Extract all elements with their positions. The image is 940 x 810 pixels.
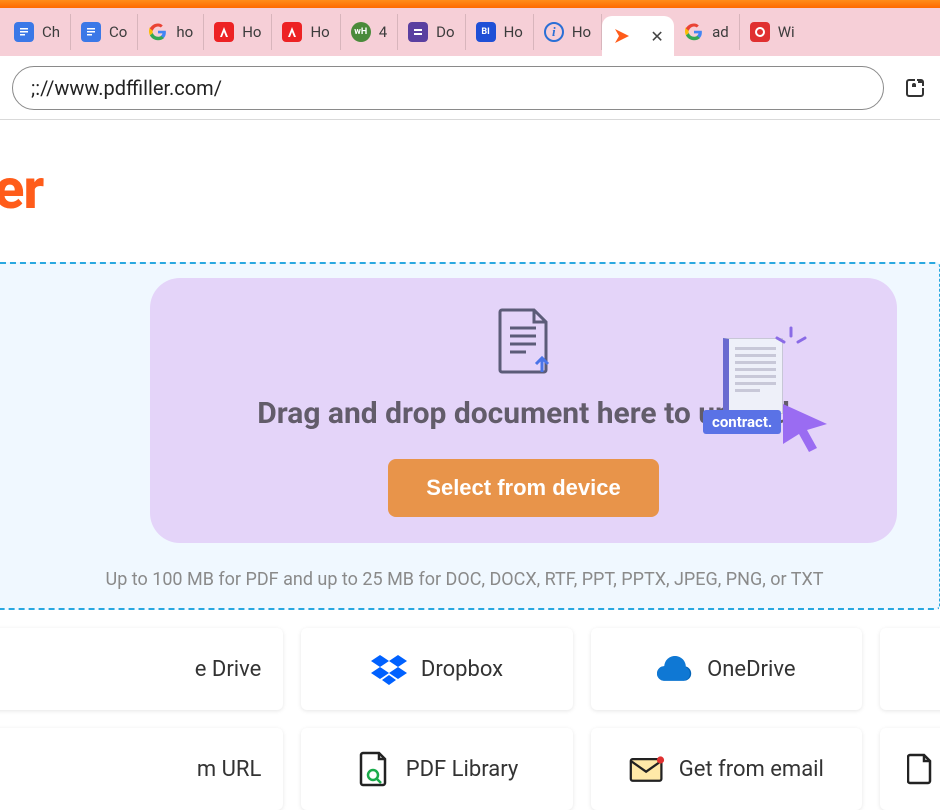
document-icon	[902, 751, 938, 787]
tab-label: Ho	[572, 23, 591, 41]
tab-label: Co	[109, 23, 127, 41]
dropbox-icon	[371, 651, 407, 687]
sparkle-icon	[771, 324, 811, 364]
upload-source-label: Get from email	[679, 757, 824, 782]
tab-label: Wi	[778, 23, 795, 41]
browser-tab[interactable]: Co	[71, 14, 138, 50]
upload-source-label: e Drive	[195, 657, 262, 682]
upload-source-card[interactable]: OneDrive	[591, 628, 862, 710]
upload-source-card[interactable]: Get from email	[591, 728, 862, 810]
logo-area: er	[0, 120, 940, 262]
tab-label: Do	[436, 23, 454, 41]
browser-tab[interactable]: ad	[674, 14, 740, 50]
upload-limits-text: Up to 100 MB for PDF and up to 25 MB for…	[0, 569, 939, 590]
browser-tab-strip: Ch Co ho Ho Ho wH4 Do BIHoiHo ✕ ad Wi	[0, 8, 940, 56]
google-drive-icon	[145, 651, 181, 687]
tab-label: Ho	[242, 23, 261, 41]
address-bar-row: ;://www.pdffiller.com/	[0, 56, 940, 120]
browser-tab[interactable]: BIHo	[466, 14, 534, 50]
tab-label: ad	[712, 23, 729, 41]
browser-tab[interactable]: Ch	[4, 14, 71, 50]
extensions-icon[interactable]	[902, 75, 928, 101]
onedrive-icon	[657, 651, 693, 687]
email-icon	[629, 751, 665, 787]
browser-tab-active[interactable]: ✕	[602, 16, 674, 56]
browser-tab[interactable]: Do	[398, 14, 465, 50]
upload-source-label: Dropbox	[421, 657, 503, 682]
brand-logo-fragment: er	[0, 156, 43, 222]
cursor-icon	[777, 398, 833, 454]
browser-tab[interactable]: Wi	[740, 14, 805, 50]
upload-sources-row-2: m URL PDF Library Get from email	[0, 728, 940, 810]
browser-tab[interactable]: Ho	[204, 14, 272, 50]
browser-tab[interactable]: Ho	[272, 14, 340, 50]
upload-dropzone-section[interactable]: Drag and drop document here to upload Se…	[0, 262, 940, 610]
pdf-library-icon	[356, 751, 392, 787]
close-tab-icon[interactable]: ✕	[648, 27, 666, 45]
window-top-strip	[0, 0, 940, 8]
url-text: ;://www.pdffiller.com/	[31, 76, 222, 100]
upload-source-card[interactable]: PDF Library	[301, 728, 572, 810]
select-from-device-button[interactable]: Select from device	[388, 459, 658, 517]
upload-source-label: PDF Library	[406, 757, 519, 782]
upload-source-label: OneDrive	[707, 657, 795, 682]
upload-dropzone[interactable]: Drag and drop document here to upload Se…	[150, 278, 897, 543]
tab-label: Ch	[42, 23, 60, 41]
address-bar[interactable]: ;://www.pdffiller.com/	[12, 66, 884, 110]
tab-label: Ho	[310, 23, 329, 41]
upload-source-card[interactable]	[880, 728, 940, 810]
browser-tab[interactable]: iHo	[534, 14, 602, 50]
tab-label: ho	[176, 23, 193, 41]
drag-file-name-tag: contract.	[703, 410, 781, 434]
tab-label: Ho	[504, 23, 523, 41]
tab-label: 4	[379, 23, 387, 41]
browser-tab[interactable]: wH4	[341, 14, 398, 50]
upload-source-card[interactable]: e Drive	[0, 628, 283, 710]
browser-tab[interactable]: ho	[138, 14, 204, 50]
upload-source-card[interactable]: m URL	[0, 728, 283, 810]
upload-sources-row-1: e Drive Dropbox OneDrive	[0, 628, 940, 710]
upload-source-card[interactable]: Dropbox	[301, 628, 572, 710]
upload-source-label: m URL	[197, 757, 261, 782]
upload-source-card[interactable]	[880, 628, 940, 710]
